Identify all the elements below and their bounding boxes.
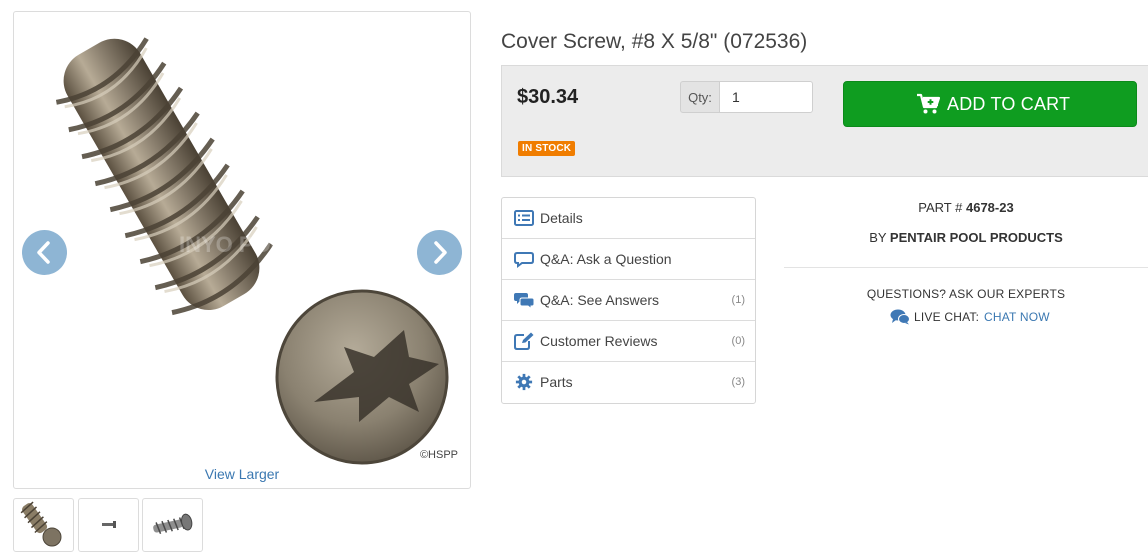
part-prefix: PART # [918,200,963,215]
chevron-left-icon [37,241,50,264]
product-image[interactable]: INYO POOLS .COM [14,12,470,488]
watermark: INYO POOLS .COM [179,232,379,257]
view-larger-link[interactable]: View Larger [14,466,470,482]
divider [784,267,1148,268]
ask-experts-text: QUESTIONS? ASK OUR EXPERTS [866,287,1066,301]
thumbnail-3[interactable] [142,498,203,552]
product-title: Cover Screw, #8 X 5/8" (072536) [501,30,808,53]
screw-thumbnail-image [153,513,193,535]
menu-label: Details [540,210,583,226]
brand-prefix: BY [869,230,887,245]
menu-label: Customer Reviews [540,333,658,349]
menu-label: Parts [540,374,573,390]
add-to-cart-button[interactable]: ADD TO CART [843,81,1137,127]
gear-icon [515,373,533,391]
brand-line: BY PENTAIR POOL PRODUCTS [784,230,1148,245]
image-copyright: ©HSPP [419,449,458,461]
speech-bubbles-icon [514,293,534,309]
price: $30.34 [517,86,579,108]
menu-count: (1) [731,294,745,306]
stock-badge: IN STOCK [518,141,576,156]
menu-item-parts[interactable]: Parts (3) [502,362,755,403]
quantity-input[interactable] [719,81,813,113]
menu-item-see-answers[interactable]: Q&A: See Answers (1) [502,280,755,321]
live-chat-label: LIVE CHAT: [914,310,980,324]
part-number: 4678-23 [965,200,1014,215]
product-gallery: INYO POOLS .COM ©HSPP View Larger [13,11,471,489]
chevron-right-icon [434,241,447,264]
part-number-line: PART # 4678-23 [784,200,1148,215]
screw-thumbnail-image [102,521,116,528]
speech-bubble-icon [514,252,534,268]
list-icon [514,210,534,226]
menu-label: Q&A: See Answers [540,292,660,308]
product-info-menu: Details Q&A: Ask a Question Q&A: See Ans… [501,197,756,404]
edit-icon [514,332,534,350]
screw-thumbnail-image [20,501,62,547]
chat-now-link[interactable]: CHAT NOW [984,310,1050,324]
buy-box: $30.34 IN STOCK Qty: ADD TO CART [501,65,1148,177]
chat-icon [890,309,910,325]
previous-image-button[interactable] [22,230,67,275]
menu-label: Q&A: Ask a Question [540,251,672,267]
next-image-button[interactable] [417,230,462,275]
thumbnail-1[interactable] [13,498,74,552]
thumbnail-2[interactable] [78,498,139,552]
add-to-cart-label: ADD TO CART [947,94,1071,114]
cart-plus-icon [917,93,940,114]
menu-item-customer-reviews[interactable]: Customer Reviews (0) [502,321,755,362]
brand-name[interactable]: PENTAIR POOL PRODUCTS [890,230,1063,245]
menu-count: (0) [731,335,745,347]
menu-count: (3) [731,376,745,388]
qty-label: Qty: [680,81,720,113]
menu-item-ask-question[interactable]: Q&A: Ask a Question [502,239,755,280]
menu-item-details[interactable]: Details [502,198,755,239]
